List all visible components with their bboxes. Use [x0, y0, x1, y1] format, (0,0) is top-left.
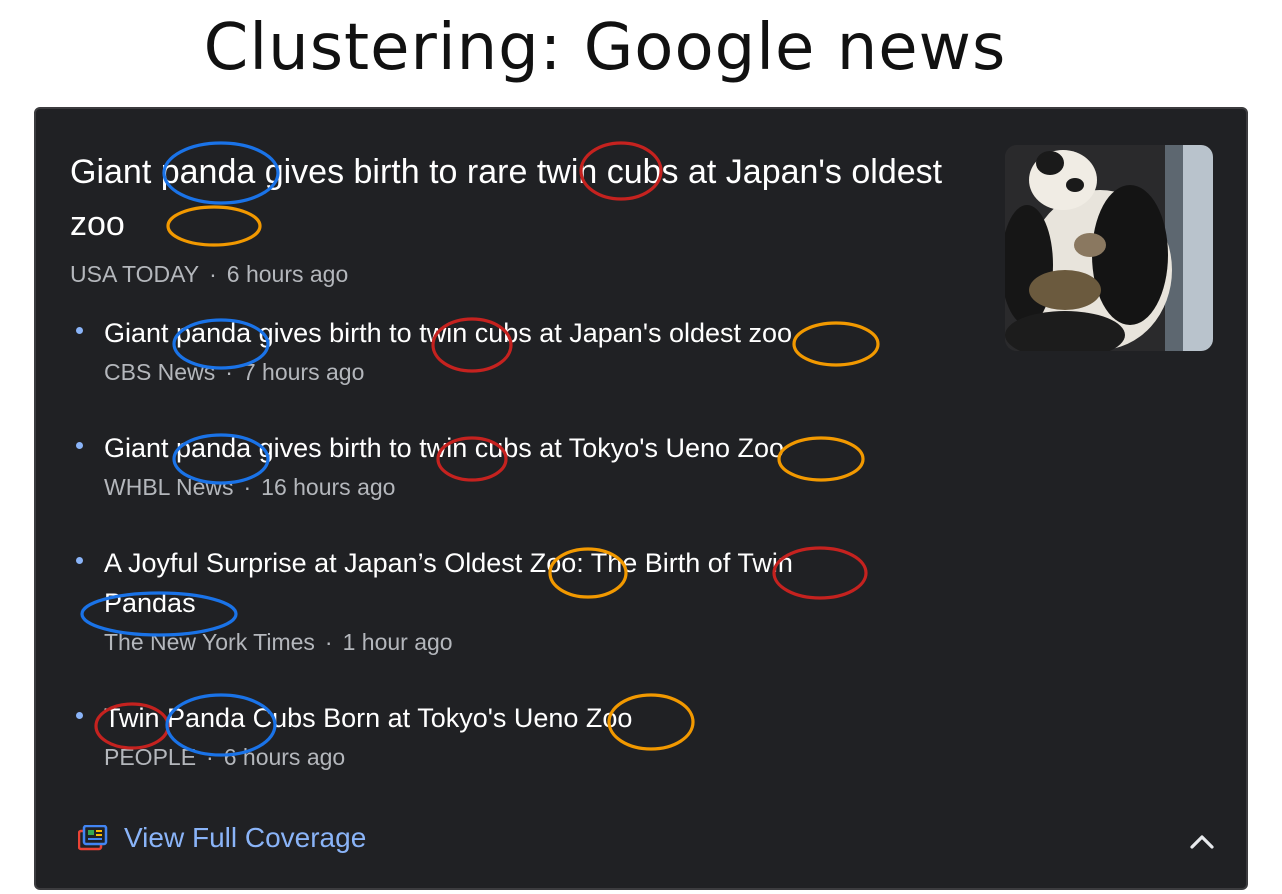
- related-story-title[interactable]: Giant panda gives birth to twin cubs at …: [104, 428, 916, 468]
- story-source: WHBL News: [104, 474, 234, 500]
- related-story[interactable]: Giant panda gives birth to twin cubs at …: [76, 313, 916, 386]
- main-time: 6 hours ago: [226, 261, 349, 287]
- story-source: The New York Times: [104, 629, 315, 655]
- meta-separator: ·: [243, 474, 252, 500]
- related-story-meta: WHBL News · 16 hours ago: [104, 474, 916, 501]
- bullet: [76, 327, 83, 334]
- bullet: [76, 442, 83, 449]
- story-source: CBS News: [104, 359, 216, 385]
- story-time: 1 hour ago: [342, 629, 453, 655]
- meta-separator: ·: [225, 359, 233, 385]
- panda-photo: [1005, 145, 1213, 351]
- story-source: PEOPLE: [104, 744, 197, 770]
- main-story-meta: USA TODAY · 6 hours ago: [70, 261, 348, 288]
- story-time: 6 hours ago: [223, 744, 346, 770]
- related-story-title[interactable]: Giant panda gives birth to twin cubs at …: [104, 313, 916, 353]
- view-full-coverage-link[interactable]: View Full Coverage: [78, 822, 366, 854]
- related-story[interactable]: Giant panda gives birth to twin cubs at …: [76, 428, 916, 501]
- meta-separator: ·: [209, 261, 217, 287]
- main-headline[interactable]: Giant panda gives birth to rare twin cub…: [70, 146, 950, 250]
- view-full-coverage-label[interactable]: View Full Coverage: [124, 822, 366, 854]
- bullet: [76, 557, 83, 564]
- main-source: USA TODAY: [70, 261, 200, 287]
- story-time: 7 hours ago: [242, 359, 365, 385]
- news-cluster-card: Giant panda gives birth to rare twin cub…: [34, 107, 1248, 890]
- meta-separator: ·: [324, 629, 333, 655]
- related-story-title[interactable]: Twin Panda Cubs Born at Tokyo's Ueno Zoo: [104, 698, 916, 738]
- slide-title: Clustering: Google news: [203, 11, 1007, 85]
- chevron-up-icon[interactable]: [1184, 823, 1220, 859]
- story-time: 16 hours ago: [261, 474, 396, 500]
- related-story[interactable]: A Joyful Surprise at Japan’s Oldest Zoo:…: [76, 543, 856, 656]
- bullet: [76, 712, 83, 719]
- related-story-meta: The New York Times · 1 hour ago: [104, 629, 856, 656]
- related-story-meta: PEOPLE · 6 hours ago: [104, 744, 916, 771]
- story-thumbnail[interactable]: [1005, 145, 1213, 351]
- related-story-meta: CBS News · 7 hours ago: [104, 359, 916, 386]
- meta-separator: ·: [206, 744, 214, 770]
- related-story[interactable]: Twin Panda Cubs Born at Tokyo's Ueno Zoo…: [76, 698, 916, 771]
- full-coverage-icon: [78, 825, 108, 851]
- related-story-title[interactable]: A Joyful Surprise at Japan’s Oldest Zoo:…: [104, 543, 856, 623]
